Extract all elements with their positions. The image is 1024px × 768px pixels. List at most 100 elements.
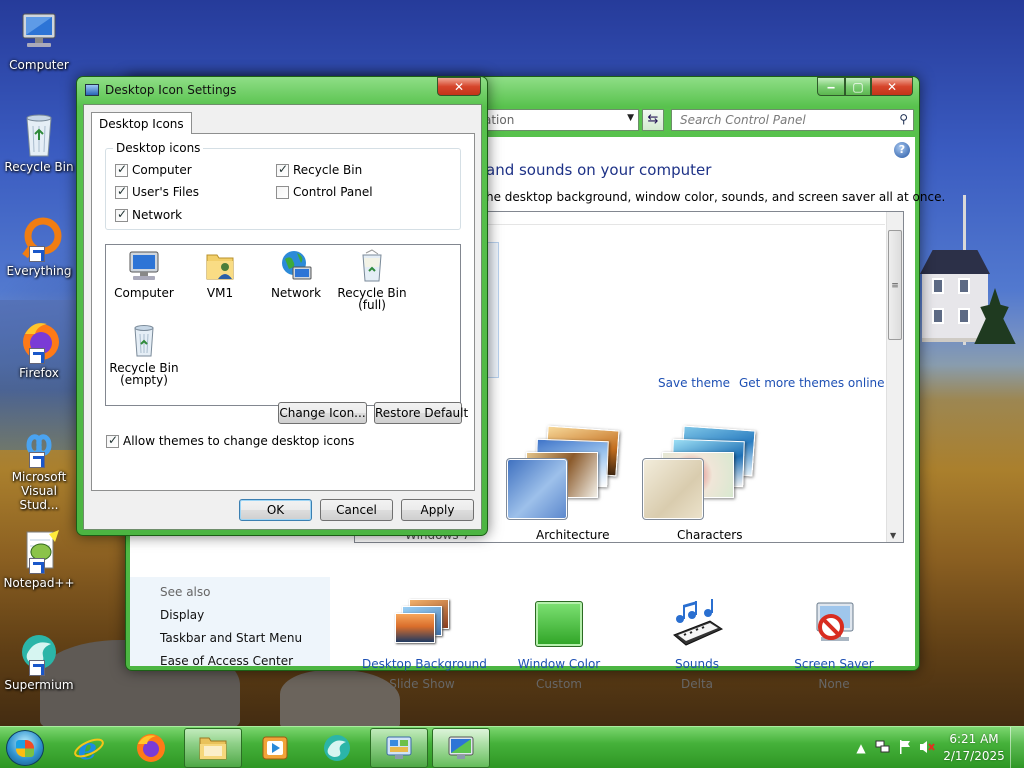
checkbox-control-panel[interactable]: Control Panel <box>276 185 373 199</box>
taskbar-control-panel[interactable] <box>370 728 428 768</box>
list-item-label: Network <box>270 286 322 300</box>
tab-panel: Desktop icons Computer Recycle Bin User'… <box>91 133 475 491</box>
control-panel-icon <box>386 736 412 759</box>
desktop-icon-recycle-bin[interactable]: Recycle Bin <box>0 112 78 174</box>
checkbox-label: Computer <box>132 163 192 177</box>
tab-desktop-icons[interactable]: Desktop Icons <box>91 112 192 134</box>
system-tray: ▲ 6:21 AM 2/17/2025 <box>850 727 1024 768</box>
screen-saver-item[interactable]: Screen Saver None <box>774 599 894 691</box>
dialog-title: Desktop Icon Settings <box>105 83 237 97</box>
desktop-icon-label: Supermium <box>4 678 74 692</box>
file-explorer-icon <box>199 737 227 760</box>
checkbox-allow-themes[interactable]: Allow themes to change desktop icons <box>106 433 355 448</box>
desktop-icon-settings-dialog[interactable]: Desktop Icon Settings ✕ Desktop Icons De… <box>76 76 488 536</box>
computer-icon <box>15 10 63 56</box>
desktop-icon-label: Firefox <box>19 366 59 380</box>
action-center-flag-icon[interactable] <box>894 739 916 758</box>
desktop-icon-everything[interactable]: Everything <box>0 216 78 278</box>
checkbox-users-files[interactable]: User's Files <box>115 184 200 199</box>
taskbar-media-player[interactable] <box>246 728 304 768</box>
desktop-icon-label: Notepad++ <box>3 576 75 590</box>
network-icon[interactable] <box>872 739 894 758</box>
checkbox-label: Network <box>132 208 183 222</box>
address-bar[interactable]: ation ▼ <box>479 109 639 131</box>
taskbar-firefox[interactable] <box>122 728 180 768</box>
theme-label: Architecture <box>536 528 610 542</box>
checkbox-recycle-bin[interactable]: Recycle Bin <box>276 162 362 177</box>
get-more-themes-link[interactable]: Get more themes online <box>739 376 885 390</box>
recycle-bin-full-icon <box>355 249 389 283</box>
taskbar-desktop-icon-settings[interactable] <box>432 728 490 768</box>
change-icon-button[interactable]: Change Icon... <box>278 402 367 424</box>
dialog-body: Desktop Icons Desktop icons Computer Rec… <box>83 104 482 530</box>
refresh-button[interactable]: ⇆ <box>642 109 664 131</box>
desktop-icon-label: Everything <box>6 264 72 278</box>
desktop-background-item[interactable]: Desktop Background Slide Show <box>362 599 487 691</box>
minimize-button[interactable]: ‒ <box>817 77 845 96</box>
icon-list[interactable]: Computer VM1 Network Recycle Bin (full) … <box>105 244 461 406</box>
window-color-item[interactable]: Window Color Custom <box>499 599 619 691</box>
user-folder-icon <box>203 249 237 283</box>
cancel-button[interactable]: Cancel <box>320 499 393 521</box>
checkbox-checked-icon <box>276 162 289 177</box>
desktop-icon-supermium[interactable]: Supermium <box>0 630 78 692</box>
show-hidden-icons-button[interactable]: ▲ <box>850 741 872 755</box>
restore-default-button[interactable]: Restore Default <box>374 402 468 424</box>
desktop-icon-label: Computer <box>9 58 69 72</box>
taskbar-internet-explorer[interactable]: e <box>60 728 118 768</box>
maximize-button[interactable]: ▢ <box>845 77 871 96</box>
desktop-icon-notepadpp[interactable]: Notepad++ <box>0 528 78 590</box>
desktop-icon-computer[interactable]: Computer <box>0 10 78 72</box>
save-theme-link[interactable]: Save theme <box>658 376 730 390</box>
desktop-icons-group: Desktop icons Computer Recycle Bin User'… <box>105 141 461 230</box>
theme-characters[interactable] <box>642 425 756 520</box>
internet-explorer-icon: e <box>74 732 104 764</box>
notepadpp-icon <box>15 528 63 574</box>
list-item-computer[interactable]: Computer <box>106 249 182 299</box>
show-desktop-button[interactable] <box>1010 727 1024 768</box>
clock[interactable]: 6:21 AM 2/17/2025 <box>938 731 1010 765</box>
search-input[interactable]: Search Control Panel ⚲ <box>671 109 914 131</box>
close-button[interactable]: ✕ <box>871 77 913 96</box>
checkbox-checked-icon <box>115 207 128 222</box>
checkbox-label: Allow themes to change desktop icons <box>123 434 355 448</box>
display-link[interactable]: Display <box>160 608 204 622</box>
wallpaper-house <box>920 250 990 342</box>
sounds-icon <box>670 599 724 649</box>
list-item-recycle-bin-empty[interactable]: Recycle Bin (empty) <box>106 324 182 386</box>
list-item-label: Recycle Bin (empty) <box>109 361 179 387</box>
sounds-item[interactable]: Sounds Delta <box>637 599 757 691</box>
screen-saver-label: Screen Saver <box>794 657 874 671</box>
list-item-vm1[interactable]: VM1 <box>182 249 258 299</box>
apply-button[interactable]: Apply <box>401 499 474 521</box>
list-item-label: VM1 <box>206 286 234 300</box>
scroll-down-arrow[interactable]: ▼ <box>890 531 896 540</box>
group-label: Desktop icons <box>113 141 204 155</box>
theme-list-scrollbar[interactable]: ≡ ▼ <box>886 212 903 542</box>
desktop-icon-visual-studio[interactable]: Microsoft Visual Stud... <box>0 422 78 512</box>
list-item-network[interactable]: Network <box>258 249 334 299</box>
checkbox-computer[interactable]: Computer <box>115 162 192 177</box>
scrollbar-thumb[interactable]: ≡ <box>888 230 902 340</box>
help-icon[interactable]: ? <box>894 142 910 158</box>
close-button[interactable]: ✕ <box>437 77 481 96</box>
desktop-icon-firefox[interactable]: Firefox <box>0 318 78 380</box>
taskbar-start-menu-link[interactable]: Taskbar and Start Menu <box>160 631 302 645</box>
desktop-icon-settings-icon <box>448 736 474 759</box>
taskbar-file-explorer[interactable] <box>184 728 242 768</box>
ok-button[interactable]: OK <box>239 499 312 521</box>
chevron-down-icon[interactable]: ▼ <box>627 113 634 123</box>
search-icon[interactable]: ⚲ <box>899 112 908 126</box>
taskbar-supermium[interactable] <box>308 728 366 768</box>
list-item-recycle-bin-full[interactable]: Recycle Bin (full) <box>334 249 410 311</box>
checkbox-network[interactable]: Network <box>115 207 183 222</box>
volume-muted-icon[interactable] <box>916 739 938 758</box>
window-color-label: Window Color <box>517 657 601 671</box>
ease-of-access-link[interactable]: Ease of Access Center <box>160 654 293 668</box>
shortcut-arrow-icon <box>29 660 45 676</box>
checkbox-label: User's Files <box>132 185 200 199</box>
refresh-icon: ⇆ <box>647 112 659 127</box>
svg-text:e: e <box>78 732 97 764</box>
theme-architecture[interactable] <box>506 425 620 520</box>
start-button[interactable] <box>6 730 44 766</box>
